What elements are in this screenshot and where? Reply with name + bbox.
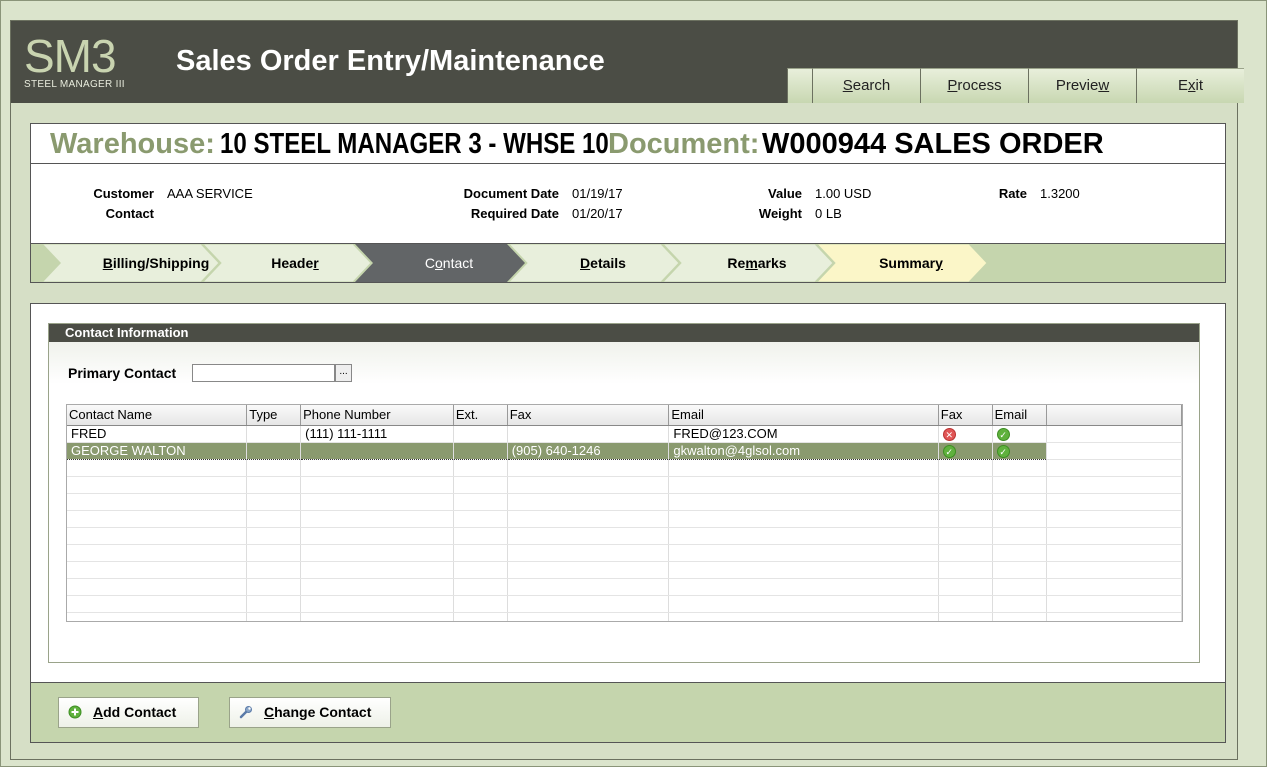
- tab-summary[interactable]: Summary: [835, 244, 987, 282]
- column-header-fax-flag[interactable]: Fax: [938, 405, 993, 426]
- tab-details[interactable]: Details: [527, 244, 679, 282]
- logo: SM3: [24, 30, 117, 82]
- empty-row: [67, 459, 1182, 477]
- table-row[interactable]: FRED (111) 111-1111 FRED@123.COM ✕ ✓: [67, 425, 1182, 443]
- required-date-label: Required Date: [470, 206, 559, 221]
- cell-email: FRED@123.COM: [668, 425, 939, 443]
- toolbar-spacer: [787, 68, 812, 103]
- column-header-email-flag[interactable]: Email: [992, 405, 1047, 426]
- cell-email: gkwalton@4glsol.com: [668, 442, 939, 460]
- group-title: Contact Information: [49, 324, 1199, 342]
- contact-grid[interactable]: Contact Name Type Phone Number Ext. Fax …: [66, 404, 1183, 622]
- primary-contact-browse-button[interactable]: ...: [335, 364, 352, 382]
- document-date-value: 01/19/17: [572, 186, 623, 201]
- empty-row: [67, 578, 1182, 596]
- preview-button[interactable]: Preview: [1028, 68, 1136, 103]
- add-contact-button[interactable]: Add Contact: [58, 697, 199, 728]
- empty-row: [67, 595, 1182, 613]
- empty-row: [67, 561, 1182, 579]
- empty-row: [67, 493, 1182, 511]
- cell-fax-flag: ✕: [938, 425, 993, 443]
- empty-row: [67, 612, 1182, 621]
- cell-contact-name: FRED: [67, 425, 248, 443]
- document-value: W000944 SALES ORDER: [762, 128, 1104, 160]
- column-header-fax[interactable]: Fax: [507, 405, 670, 426]
- tab-header[interactable]: Header: [219, 244, 371, 282]
- title-bar: SM3 STEEL MANAGER III Sales Order Entry/…: [11, 21, 1244, 103]
- check-circle-icon: ✓: [996, 428, 1010, 441]
- cell-fax: [507, 425, 670, 443]
- value-value: 1.00 USD: [815, 186, 872, 201]
- logo-subtitle: STEEL MANAGER III: [24, 79, 125, 90]
- cell-filler: [1046, 425, 1182, 443]
- tab-billing-shipping[interactable]: Billing/Shipping: [71, 244, 241, 282]
- rate-label: Rate: [998, 186, 1027, 201]
- top-toolbar: Search Process Preview Exit: [787, 68, 1244, 103]
- contact-label: Contact: [105, 206, 154, 221]
- cell-type: [246, 442, 302, 460]
- search-button[interactable]: Search: [812, 68, 920, 103]
- customer-label: Customer: [93, 186, 154, 201]
- cell-fax-flag: ✓: [938, 442, 993, 460]
- document-panel: Warehouse: 10 STEEL MANAGER 3 - WHSE 10 …: [30, 123, 1226, 283]
- bottom-action-bar: Add Contact Change Contact: [30, 683, 1226, 743]
- weight-value: 0 LB: [815, 206, 842, 221]
- column-header-email[interactable]: Email: [668, 405, 939, 426]
- table-header-row: Contact Name Type Phone Number Ext. Fax …: [67, 405, 1182, 426]
- contact-information-group: Contact Information Primary Contact ... …: [48, 323, 1200, 663]
- cell-email-flag: ✓: [992, 425, 1047, 443]
- tab-bar: Billing/Shipping Header Contact Details …: [31, 243, 1225, 282]
- cell-filler: [1046, 442, 1182, 460]
- cell-ext: [453, 425, 508, 443]
- weight-label: Weight: [758, 206, 802, 221]
- cell-fax: (905) 640-1246: [507, 442, 670, 460]
- cell-contact-name: GEORGE WALTON: [67, 442, 248, 460]
- required-date-value: 01/20/17: [572, 206, 623, 221]
- table-row-selected[interactable]: GEORGE WALTON (905) 640-1246 gkwalton@4g…: [67, 442, 1182, 460]
- check-circle-icon: ✓: [942, 445, 956, 458]
- cell-ext: [453, 442, 508, 460]
- empty-row: [67, 527, 1182, 545]
- cell-type: [246, 425, 302, 443]
- window-frame: SM3 STEEL MANAGER III Sales Order Entry/…: [0, 0, 1267, 767]
- cell-phone: (111) 111-1111: [300, 425, 454, 443]
- empty-row: [67, 510, 1182, 528]
- exit-button[interactable]: Exit: [1136, 68, 1244, 103]
- check-circle-icon: ✓: [996, 445, 1010, 458]
- contact-table: Contact Name Type Phone Number Ext. Fax …: [67, 405, 1182, 621]
- main-area: Warehouse: 10 STEEL MANAGER 3 - WHSE 10 …: [11, 103, 1237, 759]
- app-title: Sales Order Entry/Maintenance: [176, 45, 605, 77]
- change-contact-button[interactable]: Change Contact: [229, 697, 391, 728]
- warehouse-label: Warehouse:: [50, 128, 215, 160]
- cell-email-flag: ✓: [992, 442, 1047, 460]
- column-header-contact-name[interactable]: Contact Name: [67, 405, 248, 426]
- empty-row: [67, 476, 1182, 494]
- wrench-icon: [239, 706, 252, 719]
- document-date-label: Document Date: [463, 186, 559, 201]
- document-header: Warehouse: 10 STEEL MANAGER 3 - WHSE 10 …: [31, 124, 1225, 164]
- empty-row: [67, 544, 1182, 562]
- x-circle-icon: ✕: [942, 428, 956, 441]
- column-header-filler: [1046, 405, 1182, 426]
- cell-phone: [300, 442, 454, 460]
- column-header-type[interactable]: Type: [246, 405, 302, 426]
- contact-content-panel: Contact Information Primary Contact ... …: [30, 303, 1226, 683]
- app-window: SM3 STEEL MANAGER III Sales Order Entry/…: [10, 20, 1244, 760]
- tab-contact[interactable]: Contact: [373, 244, 525, 282]
- process-button[interactable]: Process: [920, 68, 1028, 103]
- column-header-ext[interactable]: Ext.: [453, 405, 508, 426]
- plus-circle-icon: [68, 705, 82, 719]
- primary-contact-label: Primary Contact: [68, 365, 177, 381]
- primary-contact-field[interactable]: [192, 364, 335, 382]
- rate-value: 1.3200: [1040, 186, 1080, 201]
- tab-remarks[interactable]: Remarks: [681, 244, 833, 282]
- document-label: Document:: [608, 128, 760, 160]
- customer-value: AAA SERVICE: [167, 186, 253, 201]
- column-header-phone[interactable]: Phone Number: [300, 405, 454, 426]
- warehouse-value: 10 STEEL MANAGER 3 - WHSE 10: [220, 128, 609, 160]
- value-label: Value: [768, 186, 802, 201]
